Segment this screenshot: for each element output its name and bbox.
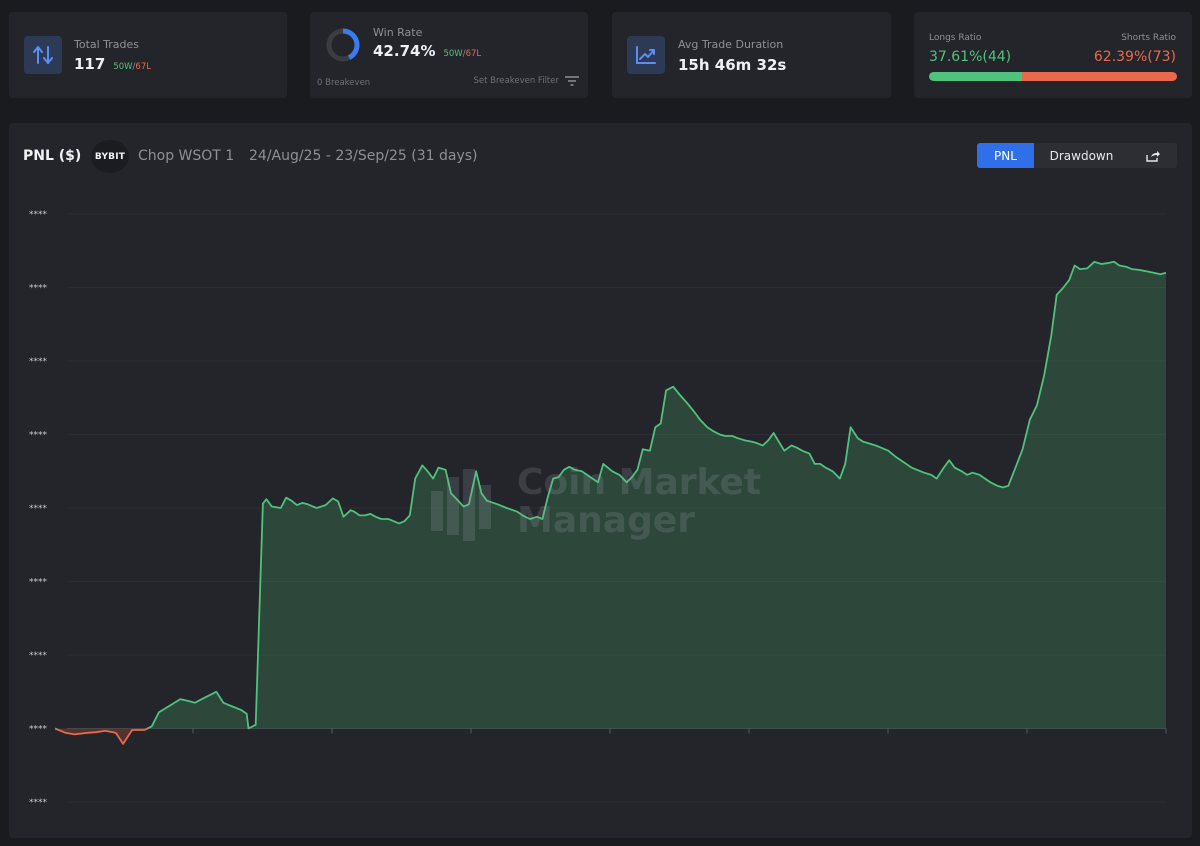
account-name: Chop WSOT 1 [138,148,235,164]
shorts-ratio-value: 62.39%(73) [1093,49,1176,65]
win-rate-card: Win Rate 42.74% 50W/67L 0 Breakeven Set … [310,12,588,98]
trend-chart-icon [627,36,665,74]
long-short-ratio-card: Longs Ratio Shorts Ratio 37.61%(44) 62.3… [914,12,1192,98]
longs-ratio-label: Longs Ratio [929,33,982,43]
y-tick-label: **** [29,504,48,514]
tab-drawdown[interactable]: Drawdown [1034,143,1129,168]
watermark-line2: Manager [517,500,695,541]
y-tick-label: **** [29,651,48,661]
avg-duration-card: Avg Trade Duration 15h 46m 32s [612,12,891,98]
breakeven-count: 0 Breakeven [317,78,371,88]
long-short-ratio-bar [929,72,1177,81]
avg-duration-label: Avg Trade Duration [678,38,784,51]
chart-mode-toggle: PNL Drawdown [977,143,1177,168]
total-trades-label: Total Trades [74,38,140,51]
y-tick-label: **** [29,210,48,220]
watermark: Coin Market Manager [431,463,781,553]
sort-arrows-icon [24,36,62,74]
longs-segment [929,72,1023,81]
win-rate-label: Win Rate [373,26,423,39]
y-tick-label: **** [29,431,48,441]
y-tick-label: **** [29,284,48,294]
filter-icon [565,76,579,86]
watermark-line1: Coin Market [517,462,762,503]
shorts-segment [1022,72,1177,81]
shorts-ratio-label: Shorts Ratio [1121,33,1176,43]
exchange-logo: BYBIT [91,140,129,173]
total-trades-card: Total Trades 117 50W/67L [9,12,287,98]
win-loss-count: 50W/67L [443,49,482,59]
win-loss-count: 50W/67L [113,62,151,72]
breakeven-filter-label: Set Breakeven Filter [473,76,560,86]
longs-ratio-value: 37.61%(44) [929,49,1012,65]
y-tick-label: **** [29,578,48,588]
pnl-chart-panel: **** **** **** **** **** **** **** **** **** Coi… [9,123,1192,838]
y-tick-label: **** [29,725,48,735]
share-button[interactable] [1129,143,1177,168]
win-rate-donut [326,28,360,62]
exchange-logo-text: BYBIT [94,151,126,162]
y-tick-label: **** [29,798,48,808]
tab-pnl[interactable]: PNL [977,143,1034,168]
share-icon [1146,150,1160,162]
avg-duration-value: 15h 46m 32s [678,56,787,74]
breakeven-filter-button[interactable]: Set Breakeven Filter [473,76,579,86]
chart-title: PNL ($) [23,148,82,164]
y-tick-label: **** [29,357,48,367]
watermark-logo-icon [431,469,491,541]
date-range: 24/Aug/25 - 23/Sep/25 (31 days) [249,148,478,164]
win-rate-value: 42.74% [373,42,436,60]
total-trades-value: 117 [74,55,106,73]
